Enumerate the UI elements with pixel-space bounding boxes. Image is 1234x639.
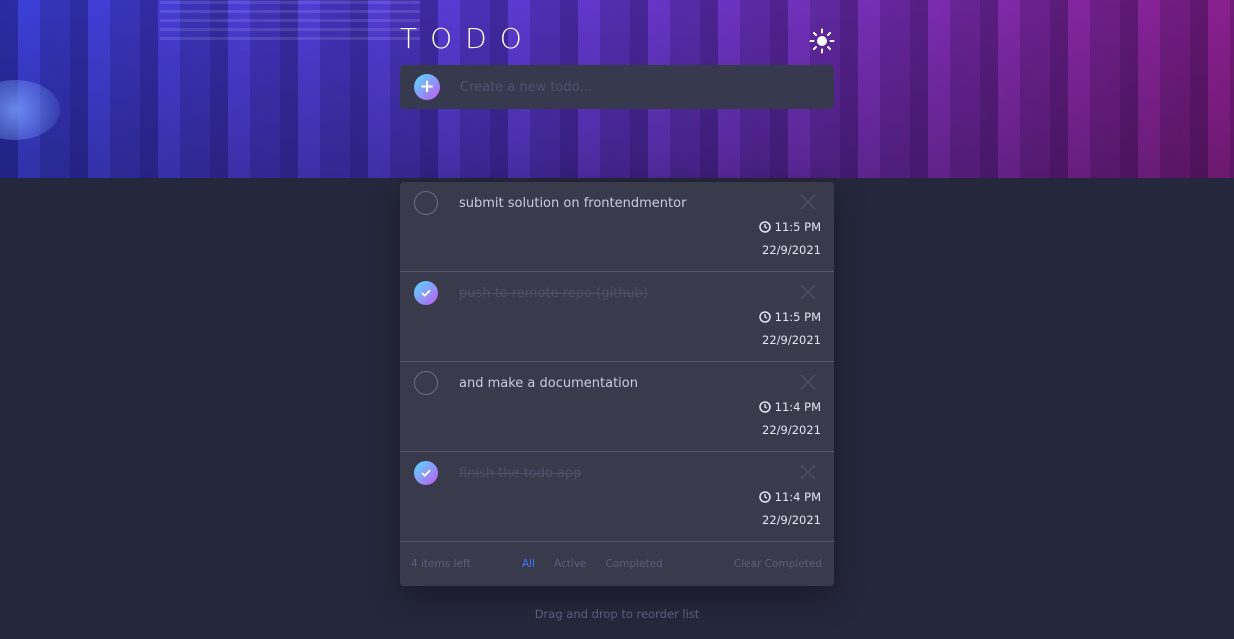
clock-icon xyxy=(758,311,771,323)
todo-date: 22/9/2021 xyxy=(762,513,821,527)
todo-date: 22/9/2021 xyxy=(762,423,821,437)
clock-icon xyxy=(758,221,771,233)
items-left-count: 4 items left xyxy=(411,557,471,570)
theme-toggle-button[interactable] xyxy=(808,27,836,55)
todo-text: and make a documentation xyxy=(459,376,638,391)
plus-icon: + xyxy=(419,76,435,97)
create-todo-input[interactable] xyxy=(458,78,834,96)
check-icon xyxy=(421,289,431,297)
todo-item[interactable]: finish the todo app 11:4 PM 22/9/2021 xyxy=(400,452,834,542)
todo-item[interactable]: push to remote repo (github) 11:5 PM 22/… xyxy=(400,272,834,362)
sun-icon xyxy=(809,28,835,54)
close-icon[interactable] xyxy=(800,194,816,210)
filter-active[interactable]: Active xyxy=(554,558,586,570)
todo-time: 11:4 PM xyxy=(758,490,821,504)
filter-group: All Active Completed xyxy=(522,558,663,570)
todo-list: submit solution on frontendmentor 11:5 P… xyxy=(400,182,834,586)
clock-icon xyxy=(758,401,771,413)
reorder-hint: Drag and drop to reorder list xyxy=(534,607,700,621)
todo-time: 11:4 PM xyxy=(758,400,821,414)
check-icon xyxy=(421,469,431,477)
todo-checkbox[interactable] xyxy=(414,281,438,305)
todo-time: 11:5 PM xyxy=(758,220,821,234)
clear-completed-button[interactable]: Clear Completed xyxy=(734,558,822,570)
add-todo-button[interactable]: + xyxy=(414,74,440,100)
app-title: TODO xyxy=(400,22,535,55)
todo-time-text: 11:5 PM xyxy=(774,310,821,324)
todo-time: 11:5 PM xyxy=(758,310,821,324)
filter-completed[interactable]: Completed xyxy=(606,558,663,570)
todo-time-text: 11:5 PM xyxy=(774,220,821,234)
todo-item[interactable]: and make a documentation 11:4 PM 22/9/20… xyxy=(400,362,834,452)
close-icon[interactable] xyxy=(800,464,816,480)
todo-checkbox[interactable] xyxy=(414,191,438,215)
todo-text: push to remote repo (github) xyxy=(459,286,648,301)
todo-text: submit solution on frontendmentor xyxy=(459,196,687,211)
list-footer: 4 items left All Active Completed Clear … xyxy=(400,541,834,586)
todo-time-text: 11:4 PM xyxy=(774,490,821,504)
todo-checkbox[interactable] xyxy=(414,371,438,395)
close-icon[interactable] xyxy=(800,374,816,390)
todo-date: 22/9/2021 xyxy=(762,333,821,347)
filter-all[interactable]: All xyxy=(522,558,535,570)
todo-date: 22/9/2021 xyxy=(762,243,821,257)
todo-item[interactable]: submit solution on frontendmentor 11:5 P… xyxy=(400,182,834,272)
close-icon[interactable] xyxy=(800,284,816,300)
todo-checkbox[interactable] xyxy=(414,461,438,485)
todo-time-text: 11:4 PM xyxy=(774,400,821,414)
create-todo-bar: + xyxy=(400,65,834,109)
todo-text: finish the todo app xyxy=(459,466,582,481)
clock-icon xyxy=(758,491,771,503)
